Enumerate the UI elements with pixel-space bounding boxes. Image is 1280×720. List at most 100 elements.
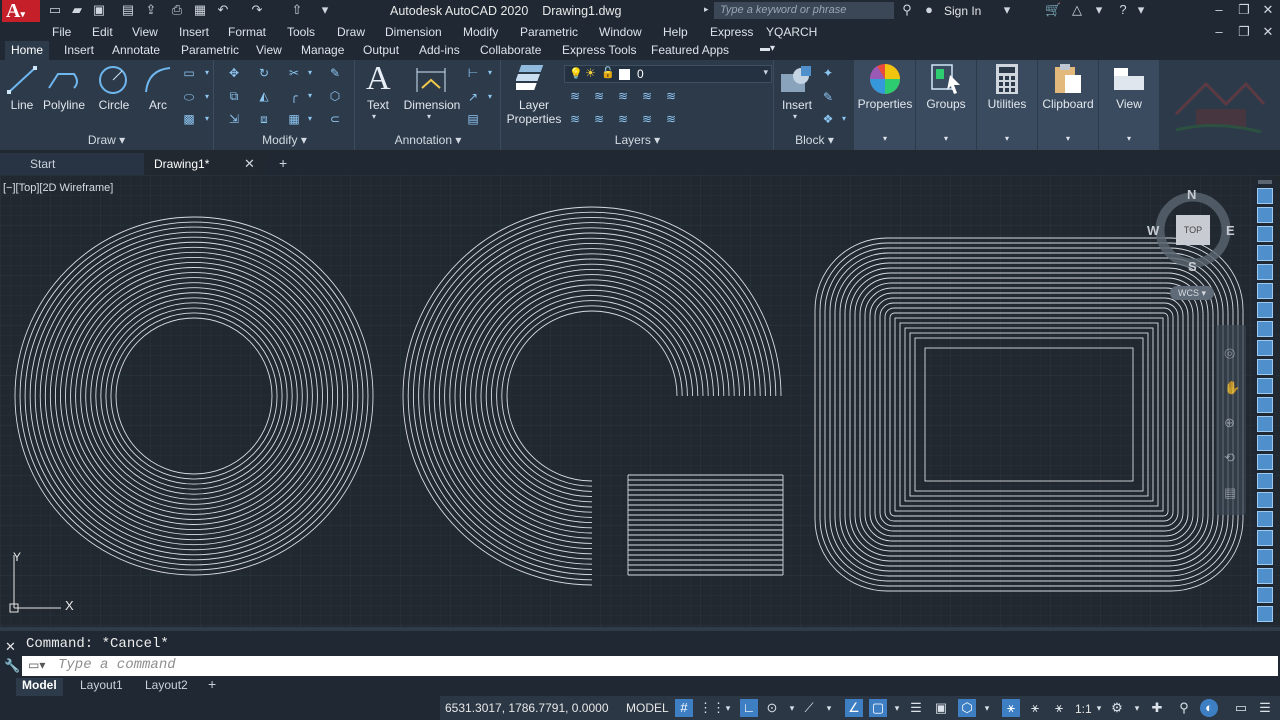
layer-dropdown[interactable]: 💡 ☀ 🔓 0 ▾ bbox=[564, 65, 772, 83]
toolbar-tool-icon[interactable] bbox=[1257, 226, 1273, 242]
menu-edit[interactable]: Edit bbox=[92, 25, 113, 39]
snap-mode-icon[interactable]: ⋮⋮ bbox=[699, 699, 725, 717]
layer-unlock-all-icon[interactable]: ≋ bbox=[664, 112, 678, 126]
scale-dropdown-icon[interactable]: ▾ bbox=[1090, 699, 1108, 717]
object-snap-dropdown-icon[interactable]: ▾ bbox=[888, 699, 906, 717]
edit-block-icon[interactable]: ✎ bbox=[821, 90, 835, 104]
toolbar-tool-icon[interactable] bbox=[1257, 397, 1273, 413]
draw-panel-label[interactable]: Draw ▾ bbox=[0, 133, 213, 147]
help-dropdown-icon[interactable]: ▾ bbox=[1134, 3, 1148, 17]
layer-thaw-all-icon[interactable]: ≋ bbox=[640, 112, 654, 126]
share-icon[interactable]: ⇧ bbox=[290, 3, 304, 17]
close-icon[interactable]: ✕ bbox=[1261, 3, 1275, 17]
toolbar-tool-icon[interactable] bbox=[1257, 435, 1273, 451]
layer-freeze-icon[interactable]: ≋ bbox=[616, 89, 630, 103]
erase-icon[interactable]: ✎ bbox=[328, 66, 342, 80]
toolbar-tool-icon[interactable] bbox=[1257, 359, 1273, 375]
doc-restore-icon[interactable]: ❐ bbox=[1237, 25, 1251, 39]
scale-icon[interactable]: ⧈ bbox=[257, 112, 271, 126]
annotation-monitor-icon[interactable]: ✚ bbox=[1148, 699, 1166, 717]
polyline-icon[interactable] bbox=[46, 64, 82, 96]
annotation-panel-label[interactable]: Annotation ▾ bbox=[356, 133, 500, 147]
tab-home[interactable]: Home bbox=[5, 41, 50, 60]
isometric-dropdown-icon[interactable]: ▾ bbox=[820, 699, 838, 717]
help-icon[interactable]: ? bbox=[1116, 3, 1130, 17]
menu-file[interactable]: File bbox=[52, 25, 71, 39]
drawing-viewport[interactable]: [−][Top][2D Wireframe] Y X TOP N S E W W… bbox=[0, 175, 1280, 627]
rectangle-icon[interactable]: ▭ bbox=[182, 66, 196, 80]
workspace-dropdown-icon[interactable]: ▾ bbox=[1128, 699, 1146, 717]
layer-previous-icon[interactable]: ≋ bbox=[592, 112, 606, 126]
copy-icon[interactable]: ⧉ bbox=[227, 89, 241, 103]
toolbar-tool-icon[interactable] bbox=[1257, 492, 1273, 508]
tab-add-ins[interactable]: Add-ins bbox=[419, 43, 460, 57]
array-icon[interactable]: ▦ bbox=[287, 112, 301, 126]
toolbar-tool-icon[interactable] bbox=[1257, 302, 1273, 318]
mirror-icon[interactable]: ◭ bbox=[257, 89, 271, 103]
orbit-icon[interactable]: ⟲ bbox=[1224, 450, 1235, 466]
units-icon[interactable]: ⚲ bbox=[1175, 699, 1193, 717]
linear-dimension-icon[interactable]: ⊢ bbox=[466, 66, 480, 80]
annotation-scale-icon[interactable]: ⚹ bbox=[1050, 699, 1068, 717]
arc-icon[interactable] bbox=[142, 64, 174, 96]
layer-lock-icon[interactable]: ≋ bbox=[640, 89, 654, 103]
isometric-drafting-icon[interactable]: ⟋ bbox=[800, 699, 818, 717]
object-snap-icon[interactable]: ▢ bbox=[869, 699, 887, 717]
viewcube-west[interactable]: W bbox=[1147, 223, 1159, 238]
menu-dimension[interactable]: Dimension bbox=[385, 25, 442, 39]
toolbar-tool-icon[interactable] bbox=[1257, 473, 1273, 489]
stretch-icon[interactable]: ⇲ bbox=[227, 112, 241, 126]
tab-collaborate[interactable]: Collaborate bbox=[480, 43, 541, 57]
toolbar-tool-icon[interactable] bbox=[1257, 606, 1273, 622]
dimension-button[interactable]: Dimension bbox=[400, 98, 464, 112]
layer-isolate-icon[interactable]: ≋ bbox=[592, 89, 606, 103]
explode-icon[interactable]: ⬡ bbox=[328, 89, 342, 103]
lineweight-icon[interactable]: ☰ bbox=[907, 699, 925, 717]
open-folder-icon[interactable]: ▰ bbox=[70, 3, 84, 17]
move-icon[interactable]: ✥ bbox=[227, 66, 241, 80]
sign-in-link[interactable]: Sign In bbox=[944, 4, 981, 18]
toolbar-grip[interactable] bbox=[1258, 180, 1272, 184]
fillet-dropdown-icon[interactable]: ▾ bbox=[303, 89, 317, 103]
toolbar-tool-icon[interactable] bbox=[1257, 321, 1273, 337]
layer-off-icon[interactable]: ≋ bbox=[568, 89, 582, 103]
model-layout-tab[interactable]: Model bbox=[16, 678, 63, 696]
add-layout-icon[interactable]: + bbox=[208, 676, 216, 692]
rotate-icon[interactable]: ↻ bbox=[257, 66, 271, 80]
web-mobile-icon[interactable]: ⇪ bbox=[144, 3, 158, 17]
object-snap-tracking-icon[interactable]: ∠ bbox=[845, 699, 863, 717]
recent-commands-icon[interactable]: ▭▾ bbox=[28, 658, 45, 672]
text-button[interactable]: Text bbox=[362, 98, 394, 112]
block-attributes-icon[interactable]: ❖ bbox=[821, 112, 835, 126]
toolbar-tool-icon[interactable] bbox=[1257, 511, 1273, 527]
tab-insert[interactable]: Insert bbox=[64, 43, 94, 57]
coordinates-readout[interactable]: 6531.3017, 1786.7791, 0.0000 bbox=[445, 701, 609, 715]
isolate-objects-icon[interactable]: ◐ bbox=[1200, 699, 1218, 717]
steering-wheel-icon[interactable]: ◎ bbox=[1224, 345, 1235, 361]
toolbar-tool-icon[interactable] bbox=[1257, 454, 1273, 470]
tab-output[interactable]: Output bbox=[363, 43, 399, 57]
minimize-icon[interactable]: – bbox=[1212, 3, 1226, 17]
trim-icon[interactable]: ✂ bbox=[287, 66, 301, 80]
modify-panel-label[interactable]: Modify ▾ bbox=[215, 133, 354, 147]
table-icon[interactable]: ▤ bbox=[466, 112, 480, 126]
binoculars-icon[interactable]: ⚲ bbox=[900, 3, 914, 17]
pan-icon[interactable]: ✋ bbox=[1224, 380, 1240, 396]
layers-panel-label[interactable]: Layers ▾ bbox=[502, 133, 773, 147]
array-dropdown-icon[interactable]: ▾ bbox=[303, 112, 317, 126]
autodesk-app-store-icon[interactable]: △ bbox=[1070, 3, 1084, 17]
selection-cycling-icon[interactable]: ⬡ bbox=[958, 699, 976, 717]
close-command-line-icon[interactable]: ✕ bbox=[5, 639, 16, 655]
drawing-canvas[interactable] bbox=[0, 175, 1280, 627]
wcs-menu[interactable]: WCS ▾ bbox=[1170, 286, 1214, 300]
command-input[interactable]: Type a command bbox=[22, 656, 1278, 676]
clipboard-tool[interactable]: Clipboard ▾ bbox=[1038, 60, 1098, 150]
utilities-tool[interactable]: Utilities ▾ bbox=[977, 60, 1037, 150]
text-dropdown-icon[interactable]: ▾ bbox=[372, 112, 376, 121]
tab-featured-apps[interactable]: Featured Apps bbox=[651, 43, 729, 57]
quick-access-dropdown-icon[interactable]: ▾ bbox=[318, 3, 332, 17]
menu-draw[interactable]: Draw bbox=[337, 25, 365, 39]
selection-dropdown-icon[interactable]: ▾ bbox=[978, 699, 996, 717]
properties-tool[interactable]: Properties ▾ bbox=[855, 60, 915, 150]
viewcube-north[interactable]: N bbox=[1187, 187, 1196, 202]
